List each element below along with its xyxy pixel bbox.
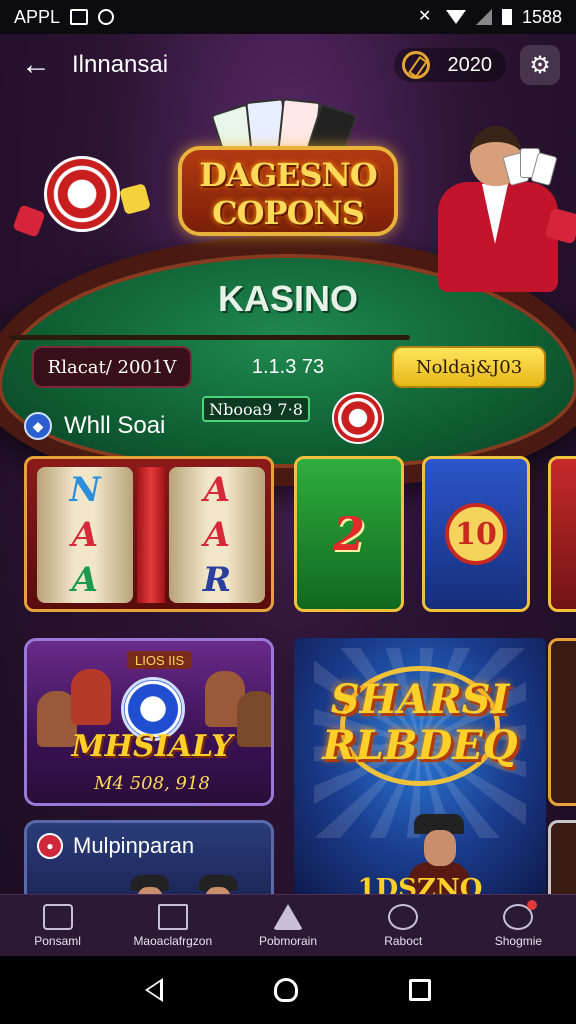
status-time: 1588 (521, 6, 562, 27)
promo-row: LIOS IIS MHSIALY M4 508, 918 ● Mulpinpar… (24, 638, 576, 916)
coin-balance[interactable]: 2020 (393, 48, 506, 82)
coin-icon (401, 51, 430, 79)
green-game-tile[interactable]: 2 (294, 456, 404, 612)
nav-label: Maoaclafrgzon (133, 933, 213, 948)
reel-symbol: A (203, 469, 231, 510)
featured-title-2: RLBDEQ (322, 722, 518, 769)
reel-symbol: R (202, 560, 232, 601)
sync-icon (98, 9, 115, 25)
system-back-icon[interactable] (145, 978, 164, 1002)
green-tile-label: 2 (332, 507, 365, 561)
hero-banner[interactable]: DAGESNO COPONS KASINO Rlacat/ 2001V 1.1.… (0, 96, 576, 486)
logo-line-1: DAGESNO (199, 156, 378, 194)
wifi-icon (445, 10, 466, 24)
notification-dot (527, 899, 538, 910)
nav-label: Ponsaml (34, 933, 81, 948)
nav-item-2[interactable]: Pobmorain (230, 895, 345, 956)
arrow-left-icon: ← (21, 48, 51, 81)
blue-game-tile[interactable]: 10 (422, 456, 530, 612)
star-icon (273, 903, 303, 930)
dice-icon (119, 183, 151, 215)
search-icon (388, 903, 419, 930)
games-row: N A A A A R 2 10 (24, 456, 576, 614)
system-home-icon[interactable] (273, 978, 298, 1002)
partial-game-tile[interactable] (548, 456, 576, 612)
reel-symbol: A (203, 514, 231, 555)
gear-icon: ⚙ (529, 51, 551, 79)
status-app-label: APPL (14, 6, 61, 27)
signal-icon (475, 9, 492, 25)
casino-chip-icon (332, 392, 384, 444)
gallery-icon (70, 9, 89, 25)
promo-subtitle: M4 508, 918 (94, 773, 210, 794)
cards-fan-icon (502, 148, 558, 188)
blue-tile-label: 10 (445, 503, 507, 565)
app-screen: ← Ilnnansai 2020 ⚙ DAGESNO COPONS KASINO… (0, 34, 576, 956)
hero-action-button[interactable]: Noldaj&J03 (392, 346, 546, 388)
promo-badge: LIOS IIS (127, 651, 193, 669)
nav-item-4[interactable]: Shogmie (461, 895, 576, 956)
featured-title-1: SHARSI (330, 676, 510, 723)
nav-label: Raboct (384, 933, 423, 948)
promo-code[interactable]: Nbooa9 7·8 (202, 396, 310, 422)
dice-icon (12, 204, 46, 238)
slot-reel: A A R (169, 467, 265, 603)
multiplayer-title: Mulpinparan (73, 833, 195, 858)
featured-promo[interactable]: SHARSI RLBDEQ 1DSZNQ (294, 638, 546, 898)
profile-icon (503, 899, 538, 930)
slot-machine-tile[interactable]: N A A A A R (24, 456, 274, 612)
status-left: APPL (14, 6, 115, 28)
person-illustration (71, 669, 111, 725)
table-label: KASINO (217, 278, 358, 319)
back-button[interactable]: ← (16, 45, 56, 85)
settings-button[interactable]: ⚙ (520, 45, 560, 85)
diamond-icon: ◆ (24, 412, 52, 440)
casino-logo: DAGESNO COPONS (178, 96, 398, 246)
reel-symbol: A (71, 560, 99, 601)
top-bar: ← Ilnnansai 2020 ⚙ (0, 34, 576, 96)
bookmark-icon (42, 903, 73, 930)
system-nav-bar (0, 956, 576, 1024)
stat-row: Rlacat/ 2001V 1.1.3 73 Noldaj&J03 (0, 346, 576, 390)
section-title: Whll Soai (64, 412, 166, 439)
coin-amount: 2020 (447, 53, 493, 76)
mute-icon: ✕ (417, 8, 432, 25)
logo-line-2: COPONS (212, 194, 365, 232)
nav-item-1[interactable]: Maoaclafrgzon (115, 895, 230, 956)
nav-item-3[interactable]: Raboct (346, 895, 461, 956)
promo-card[interactable]: LIOS IIS MHSIALY M4 508, 918 (24, 638, 274, 806)
promo-title: MHSIALY (71, 729, 233, 764)
partial-promo-card[interactable] (548, 638, 576, 806)
status-bar: APPL ✕ 1588 (0, 0, 576, 34)
nav-item-0[interactable]: Ponsaml (0, 895, 115, 956)
status-right: ✕ 1588 (418, 7, 562, 28)
battery-icon (501, 9, 512, 25)
face (424, 830, 456, 866)
slot-reel: N A A (37, 467, 133, 603)
reel-symbol: N (69, 469, 101, 510)
reel-symbol: A (71, 514, 99, 555)
home-icon (157, 903, 188, 930)
system-recents-icon[interactable] (408, 979, 431, 1001)
chips-decoration (12, 156, 151, 266)
nav-label: Pobmorain (258, 933, 318, 948)
stat-left-pill: Rlacat/ 2001V (32, 346, 192, 388)
section-header: ◆ Whll Soai (24, 409, 165, 443)
bottom-nav: Ponsaml Maoaclafrgzon Pobmorain Raboct S… (0, 894, 576, 956)
nav-label: Shogmie (494, 933, 543, 948)
cue-stick (10, 335, 410, 340)
multiplayer-icon: ● (37, 833, 63, 859)
casino-chip-icon (44, 156, 120, 232)
reel-divider (137, 467, 165, 603)
app-title: Ilnnansai (72, 51, 169, 78)
stat-mid-value: 1.1.3 73 (251, 355, 325, 378)
